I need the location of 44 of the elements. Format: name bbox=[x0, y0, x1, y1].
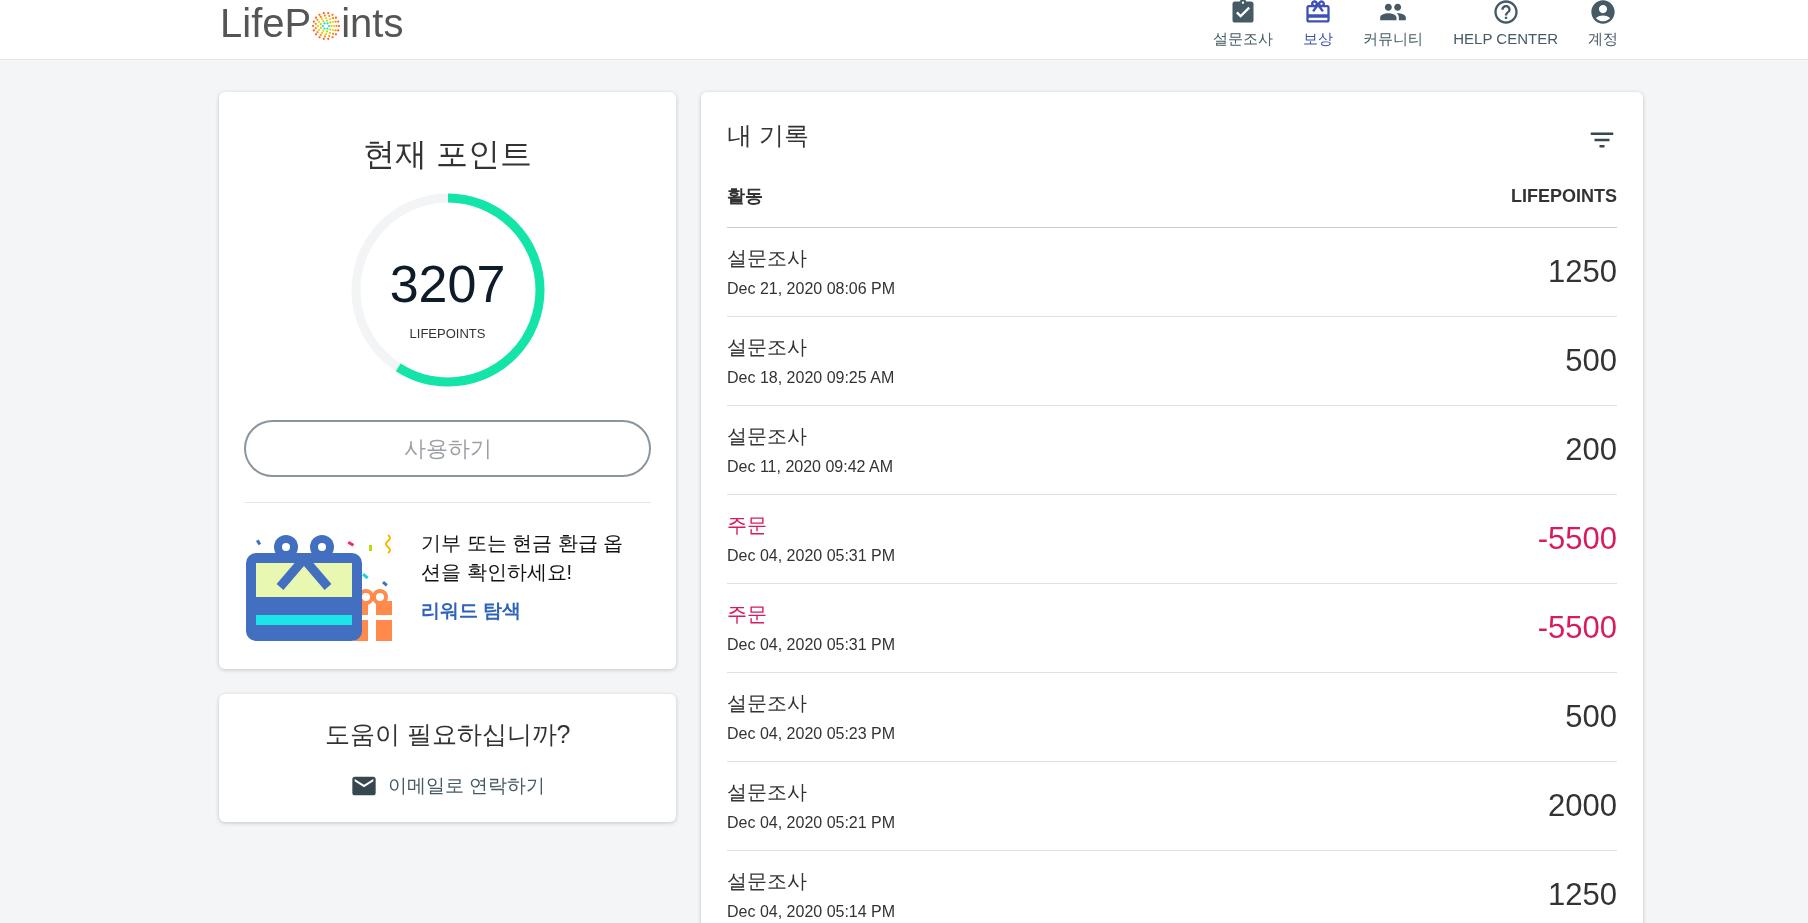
email-contact-link[interactable]: 이메일로 연락하기 bbox=[349, 771, 546, 800]
nav-item[interactable]: 계정 bbox=[1588, 0, 1618, 51]
help-icon bbox=[1491, 0, 1520, 27]
activity-name: 설문조사 bbox=[727, 424, 808, 449]
points-amount: 500 bbox=[1565, 697, 1617, 736]
activity-date: Dec 04, 2020 05:14 PM bbox=[727, 902, 896, 922]
activity-date: Dec 04, 2020 05:31 PM bbox=[727, 546, 896, 566]
nav-item[interactable]: 설문조사 bbox=[1213, 0, 1274, 51]
activity-date: Dec 04, 2020 05:23 PM bbox=[727, 724, 896, 744]
activity-date: Dec 21, 2020 08:06 PM bbox=[727, 279, 896, 299]
points-amount: 2000 bbox=[1548, 786, 1617, 825]
activity-date: Dec 04, 2020 05:21 PM bbox=[727, 813, 896, 833]
column-header: 활동 bbox=[727, 185, 763, 208]
explore-rewards-link[interactable]: 리워드 탐색 bbox=[421, 597, 641, 626]
card-title: 내 기록 bbox=[727, 120, 809, 152]
points-amount: 1250 bbox=[1548, 252, 1617, 291]
column-header: LIFEPOINTS bbox=[1511, 185, 1617, 208]
activity-date: Dec 11, 2020 09:42 AM bbox=[727, 457, 894, 477]
points-unit: LIFEPOINTS bbox=[409, 325, 486, 344]
promo-text: 기부 또는 현금 환급 옵션을 확인하세요! bbox=[421, 531, 625, 585]
card-title: 도움이 필요하십니까? bbox=[324, 719, 571, 750]
account-icon bbox=[1589, 0, 1617, 27]
logo-text: ints bbox=[341, 2, 404, 43]
points-amount: 200 bbox=[1565, 430, 1617, 469]
activity-name: 설문조사 bbox=[727, 691, 808, 716]
activity-date: Dec 04, 2020 05:31 PM bbox=[727, 635, 896, 655]
points-amount: -5500 bbox=[1537, 519, 1617, 558]
nav-item[interactable]: 커뮤니티 bbox=[1363, 0, 1424, 51]
activity-name: 설문조사 bbox=[727, 246, 808, 271]
activity-name: 설문조사 bbox=[727, 335, 808, 360]
points-value: 3207 bbox=[389, 258, 506, 311]
activity-name: 주문 bbox=[727, 513, 768, 538]
points-amount: 1250 bbox=[1548, 875, 1617, 914]
points-amount: 500 bbox=[1565, 341, 1617, 380]
nav-item[interactable]: HELP CENTER bbox=[1453, 0, 1558, 51]
activity-name: 설문조사 bbox=[727, 780, 808, 805]
nav-item[interactable]: 보상 bbox=[1303, 0, 1334, 51]
logo-text: LifeP bbox=[220, 2, 312, 43]
activity-name: 주문 bbox=[727, 602, 768, 627]
activity-date: Dec 18, 2020 09:25 AM bbox=[727, 368, 895, 388]
activity-name: 설문조사 bbox=[727, 869, 808, 894]
card-title: 현재 포인트 bbox=[363, 135, 532, 174]
points-amount: -5500 bbox=[1537, 608, 1617, 647]
sunburst-logo-icon bbox=[311, 10, 342, 41]
